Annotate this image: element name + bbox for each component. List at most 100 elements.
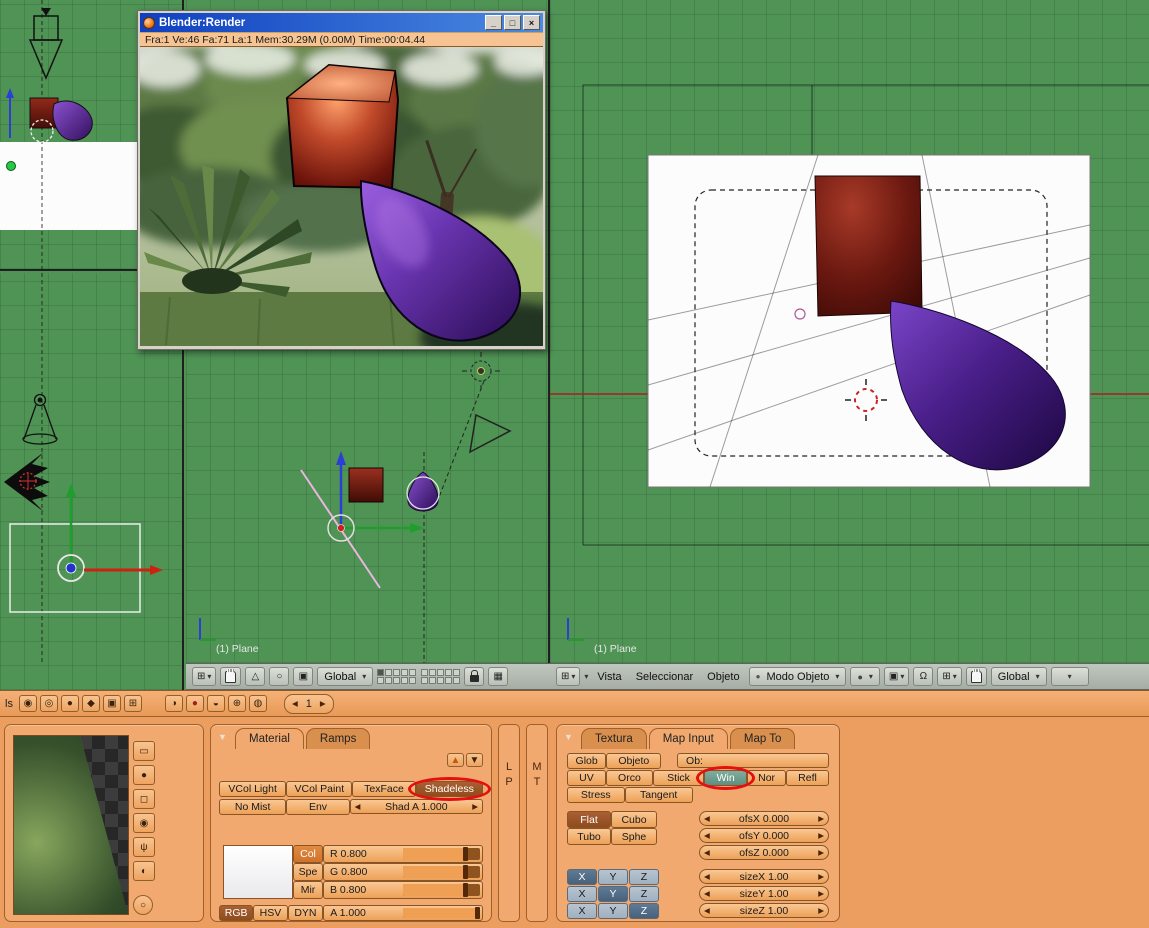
preview-hair-button[interactable]: ψ bbox=[133, 837, 155, 857]
layer-toggle[interactable] bbox=[445, 669, 452, 676]
panels-menu-truncated[interactable]: ls bbox=[2, 698, 16, 710]
vcol-paint-toggle[interactable]: VCol Paint bbox=[286, 781, 352, 797]
win-mapping-toggle[interactable]: Win bbox=[704, 770, 747, 786]
layer-toggle[interactable] bbox=[377, 677, 384, 684]
stepper-left-icon[interactable]: ◀ bbox=[704, 814, 710, 823]
stepper-left-icon[interactable]: ◀ bbox=[704, 889, 710, 898]
pan-hand-button[interactable] bbox=[220, 667, 241, 686]
material-down-button[interactable]: ▼ bbox=[466, 753, 483, 767]
tab-map-input[interactable]: Map Input bbox=[649, 728, 728, 749]
sub-lamp-icon[interactable]: ◑ bbox=[165, 695, 183, 712]
stepper-right-icon[interactable]: ▶ bbox=[818, 906, 824, 915]
layer-toggle[interactable] bbox=[409, 669, 416, 676]
green-slider[interactable]: G 0.800 bbox=[323, 863, 483, 881]
ofsx-field[interactable]: ◀ ofsX 0.000 ▶ bbox=[699, 811, 829, 826]
maximize-button[interactable]: □ bbox=[504, 15, 521, 30]
layer-toggle[interactable] bbox=[453, 669, 460, 676]
preview-sphere-button[interactable]: ● bbox=[133, 765, 155, 785]
layer-toggle[interactable] bbox=[401, 677, 408, 684]
layer-toggle[interactable] bbox=[385, 669, 392, 676]
dyn-mode-button[interactable]: DYN bbox=[288, 905, 324, 921]
collapsed-panel-lp[interactable]: L P bbox=[498, 724, 520, 922]
ofsz-field[interactable]: ◀ ofsZ 0.000 ▶ bbox=[699, 845, 829, 860]
sizex-field[interactable]: ◀ sizeX 1.00 ▶ bbox=[699, 869, 829, 884]
layer-toggle[interactable] bbox=[393, 677, 400, 684]
cube-object[interactable] bbox=[349, 468, 383, 502]
glob-toggle[interactable]: Glob bbox=[567, 753, 606, 769]
area-lamp-fan[interactable] bbox=[4, 452, 50, 512]
texface-toggle[interactable]: TexFace bbox=[352, 781, 415, 797]
preview-cube-button[interactable]: ◻ bbox=[133, 789, 155, 809]
nor-mapping-toggle[interactable]: Nor bbox=[747, 770, 786, 786]
ob-name-field[interactable]: Ob: bbox=[677, 753, 829, 768]
layer-toggle[interactable] bbox=[437, 669, 444, 676]
tube-projection-button[interactable]: Tubo bbox=[567, 828, 611, 845]
tab-material[interactable]: Material bbox=[235, 728, 304, 749]
pan-hand-button[interactable] bbox=[966, 667, 987, 686]
stepper-right-icon[interactable]: ▶ bbox=[818, 848, 824, 857]
no-mist-toggle[interactable]: No Mist bbox=[219, 799, 286, 815]
sun-lamp-icon[interactable] bbox=[462, 352, 500, 390]
collapsed-panel-mt[interactable]: M T bbox=[526, 724, 548, 922]
pivot-select-button[interactable]: ▣ ▾ bbox=[884, 667, 909, 686]
flat-projection-button[interactable]: Flat bbox=[567, 811, 611, 828]
panel-collapse-icon[interactable]: ▼ bbox=[564, 732, 573, 742]
axis-z1-button[interactable]: Z bbox=[629, 869, 659, 885]
close-button[interactable]: × bbox=[523, 15, 540, 30]
coord-space-select[interactable]: Global ▾ bbox=[991, 667, 1047, 686]
spe-channel-button[interactable]: Spe bbox=[293, 863, 323, 881]
axis-z2-button[interactable]: Z bbox=[629, 886, 659, 902]
stepper-left-icon[interactable]: ◀ bbox=[704, 906, 710, 915]
objeto-toggle[interactable]: Objeto bbox=[606, 753, 661, 769]
context-script-icon[interactable]: ◎ bbox=[40, 695, 58, 712]
render-preview-button[interactable]: ▦ bbox=[488, 667, 508, 686]
preview-zoom-button[interactable]: ○ bbox=[133, 895, 153, 915]
stepper-left-icon[interactable]: ◀ bbox=[704, 831, 710, 840]
material-up-button[interactable]: ▲ bbox=[447, 753, 464, 767]
header-overflow-button[interactable]: ▾ bbox=[1051, 667, 1089, 686]
red-slider[interactable]: R 0.800 bbox=[323, 845, 483, 863]
spot-lamp-icon[interactable] bbox=[23, 395, 57, 445]
tab-ramps[interactable]: Ramps bbox=[306, 728, 370, 749]
stick-mapping-toggle[interactable]: Stick bbox=[653, 770, 704, 786]
menu-view[interactable]: Vista bbox=[592, 671, 626, 683]
lamp-dot[interactable] bbox=[7, 162, 16, 171]
minimize-button[interactable]: _ bbox=[485, 15, 502, 30]
layer-toggle[interactable] bbox=[429, 669, 436, 676]
stepper-right-icon[interactable]: ▶ bbox=[472, 802, 478, 811]
viewport-right[interactable]: (1) Plane bbox=[550, 0, 1149, 663]
context-object-icon[interactable]: ◆ bbox=[82, 695, 100, 712]
frame-next-icon[interactable]: ▶ bbox=[320, 699, 326, 708]
layer-toggle[interactable] bbox=[437, 677, 444, 684]
layer-toggle[interactable] bbox=[393, 669, 400, 676]
sub-radio-icon[interactable]: ⊕ bbox=[228, 695, 246, 712]
frame-number-field[interactable]: ◀ 1 ▶ bbox=[284, 694, 334, 714]
layer-toggle[interactable] bbox=[445, 677, 452, 684]
vcol-light-toggle[interactable]: VCol Light bbox=[219, 781, 286, 797]
axis-y1-button[interactable]: Y bbox=[598, 869, 628, 885]
menu-object[interactable]: Objeto bbox=[702, 671, 744, 683]
sphere-projection-button[interactable]: Sphe bbox=[611, 828, 657, 845]
sub-texture-icon[interactable]: ◒ bbox=[207, 695, 225, 712]
shad-alpha-field[interactable]: ◀ Shad A 1.000 ▶ bbox=[350, 799, 483, 814]
context-shading-icon[interactable]: ● bbox=[61, 695, 79, 712]
viewport-type-button[interactable]: ⊞ ▾ bbox=[192, 667, 216, 686]
ofsy-field[interactable]: ◀ ofsY 0.000 ▶ bbox=[699, 828, 829, 843]
axis-z3-button[interactable]: Z bbox=[629, 903, 659, 919]
stepper-left-icon[interactable]: ◀ bbox=[704, 848, 710, 857]
layer-toggle[interactable] bbox=[401, 669, 408, 676]
sub-world-icon[interactable]: ◍ bbox=[249, 695, 267, 712]
axis-y3-button[interactable]: Y bbox=[598, 903, 628, 919]
layer-toggle[interactable] bbox=[377, 669, 384, 676]
frame-prev-icon[interactable]: ◀ bbox=[292, 699, 298, 708]
header-collapse-icon[interactable]: ▾ bbox=[584, 672, 588, 681]
context-editing-icon[interactable]: ▣ bbox=[103, 695, 121, 712]
uv-mapping-toggle[interactable]: UV bbox=[567, 770, 606, 786]
viewport-type-button[interactable]: ⊞ ▾ bbox=[556, 667, 580, 686]
manipulator-triangle-button[interactable]: △ bbox=[245, 667, 265, 686]
mode-select[interactable]: ● Modo Objeto ▾ bbox=[749, 667, 847, 686]
col-channel-button[interactable]: Col bbox=[293, 845, 323, 863]
layer-toggle[interactable] bbox=[385, 677, 392, 684]
layer-toggle[interactable] bbox=[409, 677, 416, 684]
stepper-right-icon[interactable]: ▶ bbox=[818, 831, 824, 840]
